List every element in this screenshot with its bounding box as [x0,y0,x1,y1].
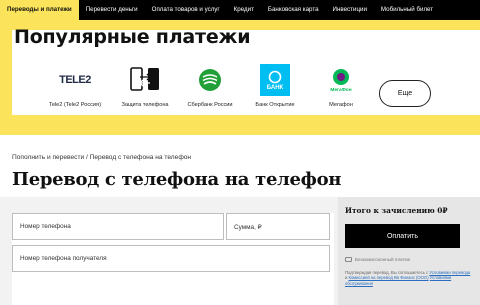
tele2-logo-text: TELE2 [59,74,91,86]
top-nav: Переводы и платежи Перевести деньги Опла… [0,0,480,20]
nav-item-send-money[interactable]: Перевести деньги [79,0,145,20]
commission-link[interactable]: Комиссией на перевод КБ Финанс (ООО) [349,275,429,280]
more-button[interactable]: Еще [379,80,431,107]
nav-item-investments[interactable]: Инвестиции [326,0,374,20]
otkritie-logo: БАНК [260,64,290,96]
terms-link[interactable]: Условиями перевода [429,270,470,275]
popular-item-caption: Сбербанк России [187,102,233,108]
megafon-logo-text: МегаФон [330,87,352,93]
nav-item-mobile-ticket[interactable]: Мобильный билет [374,0,440,20]
nav-item-credit[interactable]: Кредит [227,0,261,20]
legal-prefix: Подтверждая перевод, Вы соглашаетесь с [345,270,430,275]
tele2-logo: TELE2 [59,64,91,96]
nav-item-transfers-payments[interactable]: Переводы и платежи [0,0,79,20]
pay-button[interactable]: Оплатить [345,224,460,248]
fee-note-text: Безкомиссионный платеж [355,257,411,262]
phone-field-placeholder: Номер телефона [20,223,71,230]
card-icon [345,257,352,262]
nav-item-bank-card[interactable]: Банковская карта [261,0,326,20]
recipient-field-placeholder: Номер телефона получателя [20,255,107,262]
popular-item-sberbank[interactable]: Сбербанк России [175,64,245,108]
popular-item-otkritie[interactable]: БАНК Банк Открытие [240,64,310,108]
nav-item-pay-goods[interactable]: Оплата товаров и услуг [145,0,227,20]
popular-item-tele2[interactable]: TELE2 Tele2 (Tele2 Россия) [40,64,110,108]
amount-field[interactable]: Сумма, ₽ [226,213,330,240]
total-amount: Итого к зачислению 0₽ [345,206,448,215]
popular-payments-title: Популярные платежи [14,26,251,48]
amount-field-placeholder: Сумма, ₽ [234,223,262,231]
popular-item-caption: Защита телефона [121,102,169,108]
popular-item-caption: Банк Открытие [255,102,295,108]
page-title: Перевод с телефона на телефон [12,169,342,190]
megafon-logo: МегаФон [325,64,357,96]
phone-field[interactable]: Номер телефона [12,213,224,240]
breadcrumb[interactable]: Пополнить и перевести / Перевод с телефо… [12,154,191,161]
sberbank-logo [194,64,226,96]
legal-text: Подтверждая перевод, Вы соглашаетесь с У… [345,270,473,286]
otkritie-logo-text: БАНК [266,84,284,91]
phone-transfer-icon [129,64,161,96]
fee-note: Безкомиссионный платеж [345,257,410,262]
popular-item-caption: Мегафон [329,102,353,108]
popular-item-caption: Tele2 (Tele2 Россия) [49,102,101,108]
popular-item-phone-protection[interactable]: Защита телефона [110,64,180,108]
popular-item-megafon[interactable]: МегаФон Мегафон [306,64,376,108]
recipient-phone-field[interactable]: Номер телефона получателя [12,245,330,272]
